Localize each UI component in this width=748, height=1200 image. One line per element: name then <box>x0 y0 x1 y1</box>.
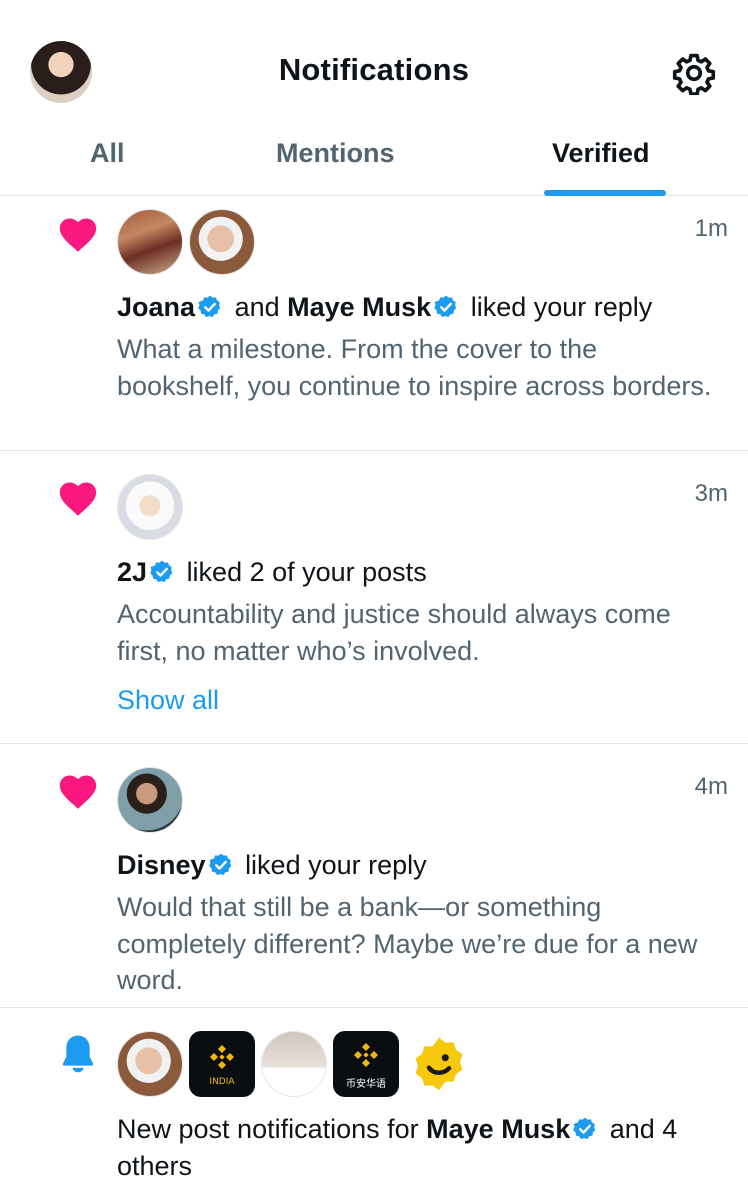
actor-name[interactable]: 2J <box>117 557 147 587</box>
heart-icon <box>59 775 97 809</box>
binance-logo-icon <box>354 1042 378 1067</box>
action-text: liked 2 of your posts <box>186 557 427 587</box>
smiley-badge-avatar[interactable] <box>409 1034 469 1094</box>
binance-india-avatar[interactable]: INDIA <box>189 1031 255 1097</box>
notification-text: 2J liked 2 of your posts <box>117 554 724 590</box>
actor-name[interactable]: Maye Musk <box>426 1114 570 1144</box>
notifications-header: Notifications <box>0 0 748 140</box>
heart-icon <box>59 218 97 252</box>
tab-verified[interactable]: Verified <box>552 138 650 169</box>
wall-avatar[interactable] <box>261 1031 327 1097</box>
painting-avatar[interactable] <box>117 209 183 275</box>
verified-badge-icon <box>150 560 173 583</box>
binance-india-label: INDIA <box>209 1077 235 1087</box>
notification-item[interactable]: 4m Disney liked your reply Would that st… <box>0 744 748 1008</box>
post-excerpt: What a milestone. From the cover to the … <box>117 334 712 401</box>
tab-mentions[interactable]: Mentions <box>276 138 395 169</box>
verified-badge-icon <box>208 853 231 876</box>
page-title: Notifications <box>278 52 470 87</box>
joiner-text: and <box>234 292 280 322</box>
show-all-link[interactable]: Show all <box>117 685 219 716</box>
anime-avatar[interactable] <box>117 474 183 540</box>
prefix-text: New post notifications for <box>117 1114 419 1144</box>
verified-badge-icon <box>573 1117 596 1140</box>
actor-name[interactable]: Maye Musk <box>287 292 431 322</box>
tab-bar: All Mentions Verified <box>0 120 748 196</box>
verified-badge-icon <box>434 295 457 318</box>
actor-name[interactable]: Joana <box>117 292 195 322</box>
notification-item[interactable]: 1m Joana and Maye Musk liked your reply … <box>0 197 748 451</box>
bell-icon <box>62 1035 94 1073</box>
post-excerpt: Accountability and justice should always… <box>117 599 671 666</box>
timestamp: 4m <box>694 773 728 800</box>
gear-icon[interactable] <box>672 51 716 95</box>
binance-chinese-avatar[interactable]: 币安华语 <box>333 1031 399 1097</box>
tab-all[interactable]: All <box>90 138 125 169</box>
actor-avatars <box>117 209 255 275</box>
notification-text: Disney liked your reply <box>117 847 724 883</box>
maye-musk-avatar[interactable] <box>189 209 255 275</box>
actor-name[interactable]: Disney <box>117 850 206 880</box>
actor-avatars: INDIA 币安华语 <box>117 1031 469 1097</box>
notification-item[interactable]: INDIA 币安华语 New post notifications for Ma… <box>0 1008 748 1200</box>
action-text: liked your reply <box>245 850 427 880</box>
notification-text: Joana and Maye Musk liked your reply <box>117 289 724 325</box>
actor-avatars <box>117 474 183 540</box>
binance-chinese-label: 币安华语 <box>346 1078 386 1090</box>
binance-logo-icon <box>210 1045 234 1069</box>
post-excerpt: Would that still be a bank—or something … <box>117 892 698 995</box>
heart-icon <box>59 482 97 516</box>
notification-item[interactable]: 3m 2J liked 2 of your posts Accountabili… <box>0 451 748 744</box>
maye-musk-avatar[interactable] <box>117 1031 183 1097</box>
verified-badge-icon <box>198 295 221 318</box>
disney-avatar[interactable] <box>117 767 183 833</box>
timestamp: 1m <box>694 215 728 242</box>
action-text: liked your reply <box>470 292 653 322</box>
actor-avatars <box>117 767 183 833</box>
notification-text: New post notifications for Maye Musk and… <box>117 1111 724 1185</box>
active-tab-indicator <box>544 190 666 196</box>
timestamp: 3m <box>694 480 728 507</box>
